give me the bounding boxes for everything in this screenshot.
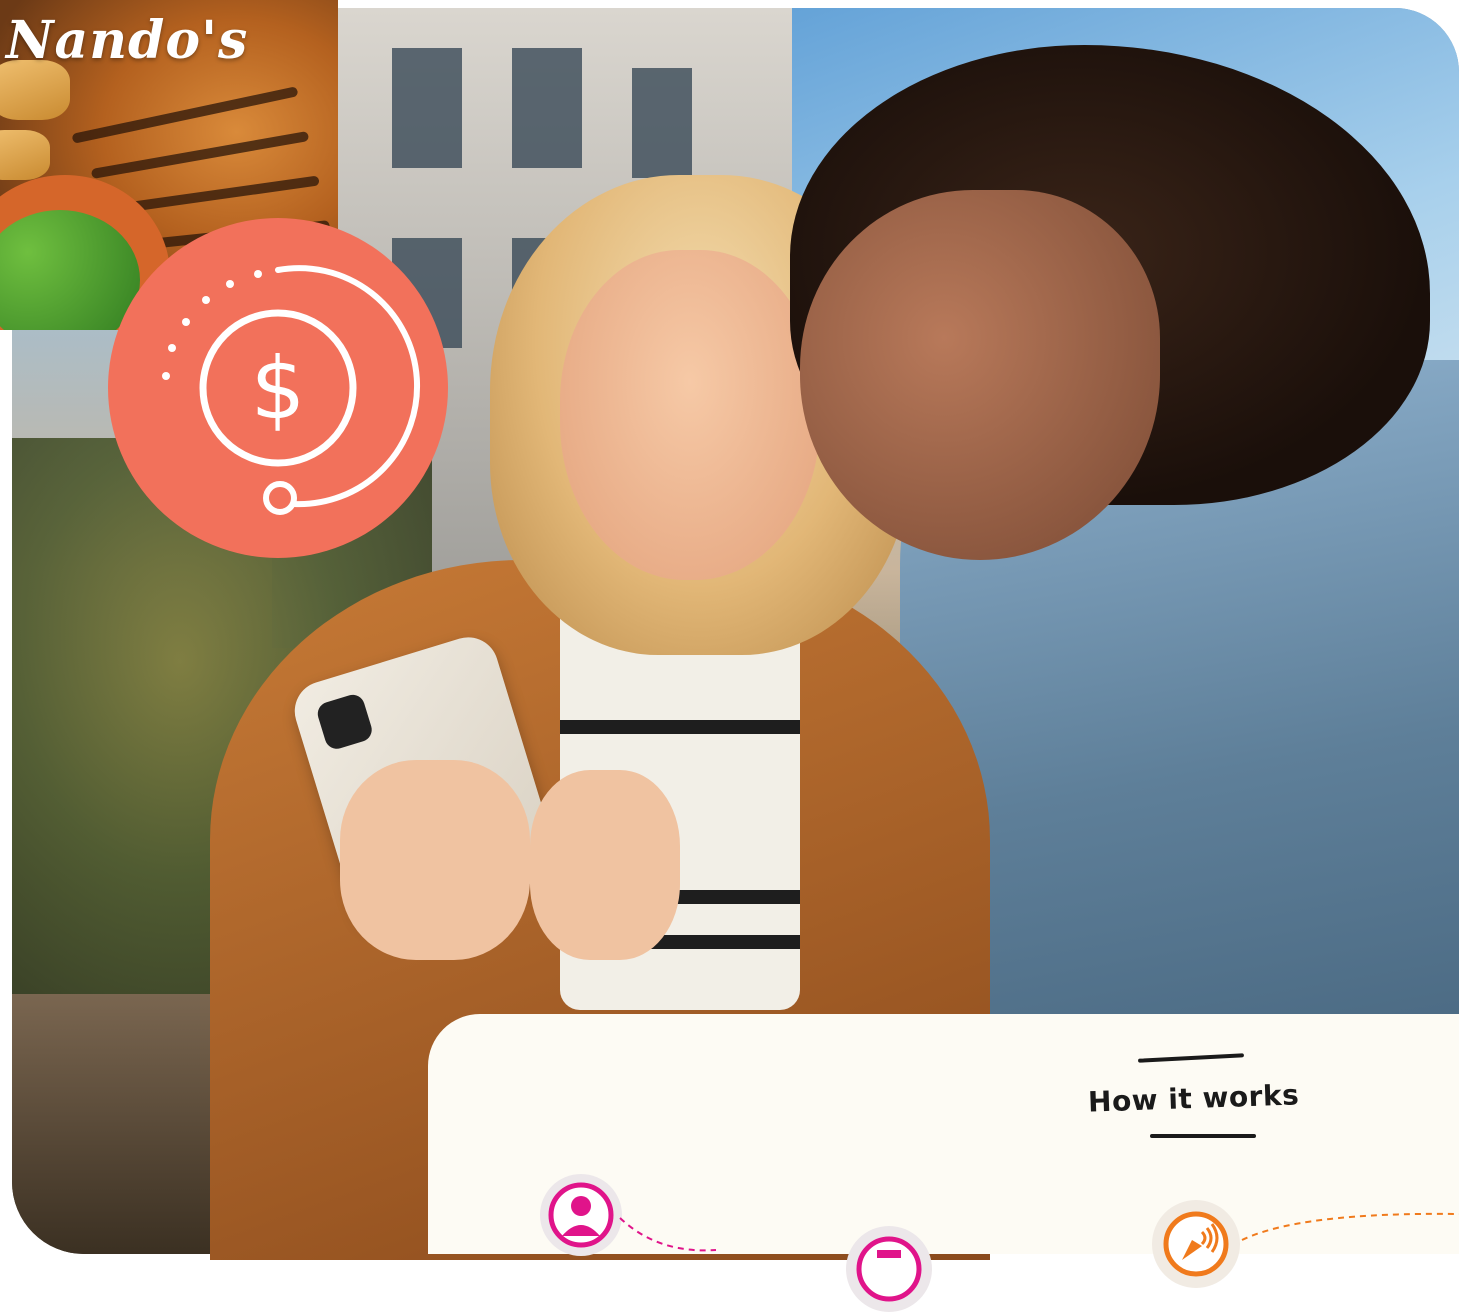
dollar-coin-badge: $ [108, 218, 448, 558]
person-smiling-face [800, 190, 1160, 560]
title-rule-top [1137, 1053, 1245, 1063]
connector-3 [1241, 1212, 1459, 1241]
how-it-works-title: How it works [1087, 1078, 1300, 1119]
step-2-receipt [846, 1226, 932, 1312]
step-3-contactless [1152, 1200, 1240, 1288]
hand-right [530, 770, 680, 960]
connector-1 [619, 1217, 717, 1252]
phone-camera [314, 691, 375, 752]
receipt-icon [856, 1236, 922, 1302]
hand-left [340, 760, 530, 960]
user-profile-icon [548, 1182, 614, 1248]
contactless-pay-icon [1163, 1211, 1229, 1277]
svg-text:$: $ [251, 339, 306, 439]
brand-logo: Nando's [6, 10, 249, 71]
step-1-user [540, 1174, 622, 1256]
person-blonde-face [560, 250, 820, 580]
dollar-coin-icon: $ [162, 265, 421, 515]
how-it-works-card: How it works [428, 1014, 1459, 1312]
title-rule-bottom [1150, 1134, 1256, 1138]
